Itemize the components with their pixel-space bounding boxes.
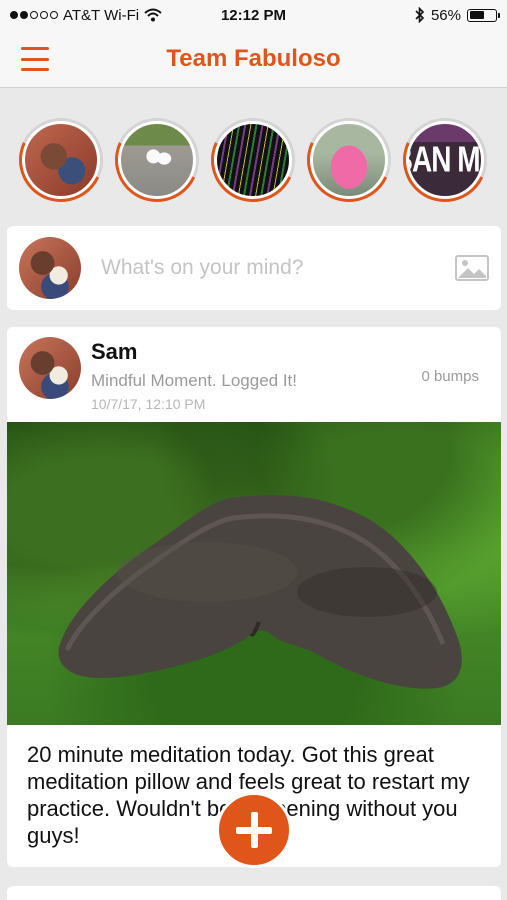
post-author[interactable]: Sam [91, 339, 297, 365]
page-title: Team Fabuloso [166, 44, 341, 72]
composer: What's on your mind? [7, 226, 501, 310]
story-avatar-3[interactable] [211, 118, 295, 202]
hamburger-icon[interactable] [18, 44, 52, 74]
story-image [214, 121, 292, 199]
bumps-count[interactable]: 0 bumps [421, 368, 479, 385]
meditation-pillow-image [58, 494, 462, 689]
nav-bar: Team Fabuloso [0, 30, 507, 88]
post-card: Sam Mindful Moment. Logged It! 10/7/17, … [7, 327, 501, 867]
composer-input[interactable]: What's on your mind? [101, 256, 455, 280]
image-icon[interactable] [455, 255, 489, 281]
signal-strength-icon [10, 11, 58, 19]
post-activity: Mindful Moment. Logged It! [91, 371, 298, 390]
story-avatar-4[interactable] [307, 118, 391, 202]
add-post-button[interactable] [216, 792, 292, 868]
status-right-group: 56% [415, 6, 500, 24]
bluetooth-icon [415, 7, 425, 23]
post-timestamp: 10/7/17, 12:10 PM [91, 396, 206, 412]
story-image [118, 121, 196, 199]
story-image: BAN ME [406, 121, 484, 199]
author-avatar[interactable] [19, 337, 81, 399]
status-bar: AT&T Wi-Fi 12:12 PM 56% [0, 0, 507, 30]
story-overlay-text: BAN ME [409, 139, 481, 180]
battery-icon [467, 8, 500, 22]
post-header: Sam Mindful Moment. Logged It! 10/7/17, … [7, 327, 501, 422]
story-avatar-5[interactable]: BAN ME [403, 118, 487, 202]
story-avatar-1[interactable] [19, 118, 103, 202]
post-image[interactable] [7, 422, 501, 725]
story-avatar-2[interactable] [115, 118, 199, 202]
plus-icon [236, 812, 272, 848]
stories-row: BAN ME [0, 118, 507, 214]
carrier-group: AT&T Wi-Fi [10, 7, 162, 24]
battery-level [469, 11, 484, 19]
post-meta: Sam Mindful Moment. Logged It! 10/7/17, … [91, 337, 297, 412]
next-post-card [7, 886, 501, 900]
avatar[interactable] [19, 237, 81, 299]
wifi-icon [144, 8, 162, 22]
story-image [22, 121, 100, 199]
carrier-label: AT&T Wi-Fi [63, 6, 140, 24]
story-image [310, 121, 388, 199]
battery-percent: 56% [430, 6, 461, 24]
